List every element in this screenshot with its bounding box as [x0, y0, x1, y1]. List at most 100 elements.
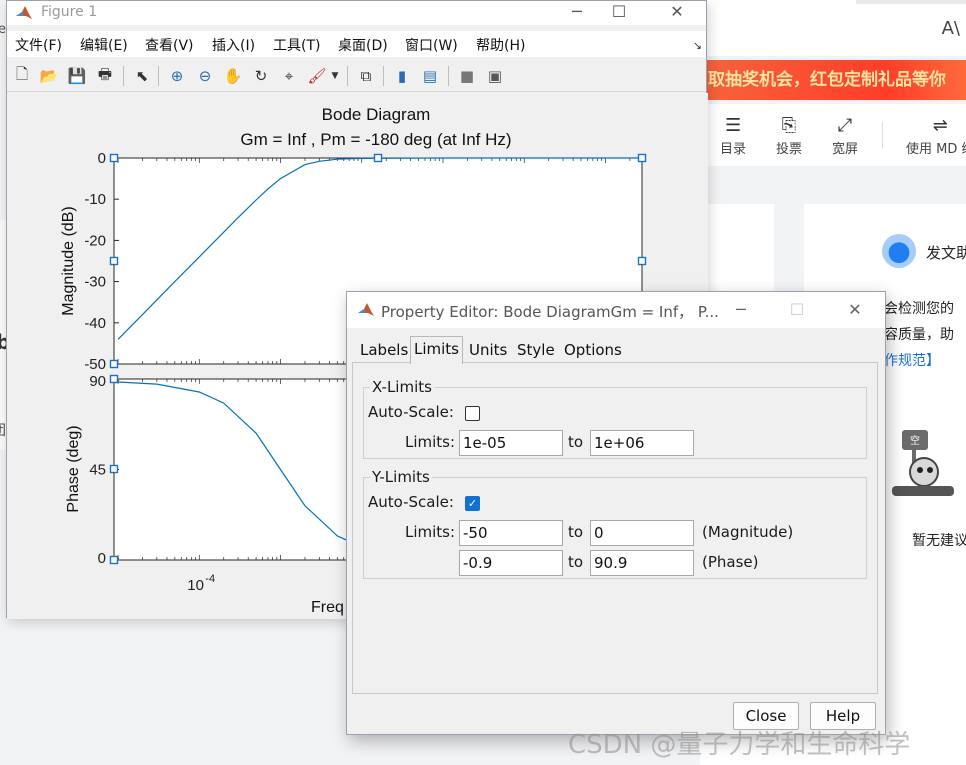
- x-min-field[interactable]: 1e-05: [459, 430, 563, 456]
- svg-text:空: 空: [910, 434, 920, 447]
- menu-window[interactable]: 窗口(W): [405, 35, 458, 55]
- md-label: 使用 MD 编: [906, 142, 966, 157]
- tab-options[interactable]: Options: [561, 338, 625, 362]
- axes-selection-handle[interactable]: [109, 256, 119, 266]
- md-icon: ⇌: [932, 115, 948, 136]
- y-mag-min-field[interactable]: -50: [459, 520, 563, 546]
- menu-view[interactable]: 查看(V): [145, 35, 194, 55]
- xtick-label: 10: [187, 577, 204, 594]
- mag-ytick-label: 0: [98, 150, 106, 167]
- tab-limits[interactable]: Limits: [410, 336, 463, 364]
- new-figure-icon[interactable]: 🗋: [11, 65, 33, 87]
- axes-selection-handle[interactable]: [109, 359, 119, 369]
- assistant-title: 发文助: [926, 244, 966, 262]
- menu-insert[interactable]: 插入(I): [212, 35, 255, 55]
- x-limits-legend: X-Limits: [370, 378, 434, 396]
- matlab-logo-icon: [358, 303, 374, 316]
- x-autoscale-checkbox[interactable]: [465, 406, 480, 421]
- phase-ytick-label: 0: [98, 550, 106, 567]
- pan-icon[interactable]: ✋: [222, 65, 244, 87]
- property-editor-dialog[interactable]: Property Editor: Bode DiagramGm = Inf， P…: [346, 291, 886, 735]
- axes-selection-handle[interactable]: [109, 374, 119, 384]
- phase-ylabel: Phase (deg): [65, 425, 82, 512]
- close-icon[interactable]: ✕: [835, 298, 875, 322]
- figure-toolbar: 🗋 📂 💾 🖶 ⬉ ⊕ ⊖ ✋ ↻ ⌖ 🖌 ▼ ⧉ ▮ ▤ ■ ▣: [7, 61, 706, 92]
- y-limits-label: Limits:: [405, 523, 456, 541]
- phase-ytick-label: 90: [89, 373, 106, 390]
- show-tools-icon[interactable]: ▣: [484, 65, 506, 87]
- toolbar-divider: [882, 122, 883, 148]
- maximize-icon[interactable]: ☐: [777, 298, 817, 322]
- axes-selection-handle[interactable]: [109, 153, 119, 163]
- minimize-icon[interactable]: ─: [721, 298, 761, 322]
- editor-toolbar: ☰ 目录 ⎘ 投票 ⤢ 宽屏 ⇌ 使用 MD 编: [700, 104, 966, 166]
- dialog-titlebar[interactable]: Property Editor: Bode DiagramGm = Inf， P…: [347, 292, 885, 328]
- promo-banner[interactable]: 取抽奖机会，红包定制礼品等你: [700, 60, 966, 100]
- vote-label: 投票: [776, 142, 803, 157]
- card-edge: [856, 0, 966, 4]
- close-icon[interactable]: ✕: [652, 1, 702, 25]
- axes-selection-handle[interactable]: [637, 256, 647, 266]
- open-file-icon[interactable]: 📂: [38, 65, 60, 87]
- axes-selection-handle[interactable]: [109, 555, 119, 565]
- vote-button[interactable]: ⎘ 投票: [776, 114, 802, 157]
- legend-icon[interactable]: ▤: [419, 65, 441, 87]
- figure-titlebar[interactable]: Figure 1 ─ ☐ ✕: [7, 1, 706, 25]
- hide-tools-icon[interactable]: ■: [456, 65, 478, 87]
- y-phase-min-field[interactable]: -0.9: [459, 550, 563, 576]
- print-icon[interactable]: 🖶: [94, 65, 116, 87]
- tab-style[interactable]: Style: [514, 338, 558, 362]
- maximize-icon[interactable]: ☐: [594, 1, 644, 25]
- chart-subtitle: Gm = Inf , Pm = -180 deg (at Inf Hz): [240, 130, 511, 149]
- rotate-icon[interactable]: ↻: [250, 65, 272, 87]
- tab-labels[interactable]: Labels: [357, 338, 411, 362]
- figure-title: Figure 1: [41, 4, 98, 20]
- widescreen-label: 宽屏: [832, 142, 859, 157]
- y-to-label: to: [568, 553, 584, 571]
- phase-ytick-label: 45: [89, 462, 106, 479]
- csdn-watermark: CSDN @量子力学和生命科学: [568, 730, 911, 760]
- y-autoscale-checkbox[interactable]: ✓: [465, 496, 480, 511]
- axes-selection-handle[interactable]: [109, 464, 119, 474]
- toolbar-separator: [448, 66, 449, 86]
- assistant-line-2: 容质量，助: [884, 327, 954, 343]
- x-max-field[interactable]: 1e+06: [590, 430, 694, 456]
- data-cursor-icon[interactable]: ⌖: [278, 65, 300, 87]
- tab-units[interactable]: Units: [466, 338, 510, 362]
- menu-edit[interactable]: 编辑(E): [80, 35, 128, 55]
- magnitude-unit-label: (Magnitude): [702, 523, 794, 541]
- menu-file[interactable]: 文件(F): [15, 35, 62, 55]
- link-plot-icon[interactable]: ⧉: [355, 65, 377, 87]
- brush-icon[interactable]: 🖌: [306, 65, 328, 87]
- zoom-out-icon[interactable]: ⊖: [194, 65, 216, 87]
- colorbar-icon[interactable]: ▮: [391, 65, 413, 87]
- dialog-title: Property Editor: Bode DiagramGm = Inf， P…: [381, 303, 719, 321]
- vote-icon: ⎘: [781, 115, 797, 136]
- assistant-rules-link[interactable]: 作规范】: [884, 350, 940, 370]
- axes-selection-handle[interactable]: [637, 153, 647, 163]
- mag-ytick-label: -20: [84, 232, 106, 249]
- widescreen-button[interactable]: ⤢ 宽屏: [832, 114, 858, 157]
- toc-button[interactable]: ☰ 目录: [720, 114, 746, 157]
- figure-menubar: 文件(F) 编辑(E) 查看(V) 插入(I) 工具(T) 桌面(D) 窗口(W…: [7, 31, 706, 57]
- menu-help[interactable]: 帮助(H): [476, 35, 525, 55]
- y-phase-max-field[interactable]: 90.9: [590, 550, 694, 576]
- reader-mode-icon[interactable]: A\: [942, 18, 960, 39]
- dock-arrow-icon[interactable]: ↘: [693, 39, 702, 52]
- md-editor-button[interactable]: ⇌ 使用 MD 编: [906, 114, 966, 157]
- menu-desktop[interactable]: 桌面(D): [338, 35, 388, 55]
- robot-illustration: 空: [892, 430, 954, 496]
- assistant-line-1: 会检测您的: [884, 301, 954, 317]
- limits-panel: X-Limits Auto-Scale: Limits: 1e-05 to 1e…: [352, 362, 878, 694]
- y-mag-max-field[interactable]: 0: [590, 520, 694, 546]
- zoom-in-icon[interactable]: ⊕: [166, 65, 188, 87]
- matlab-logo-icon: [16, 6, 32, 19]
- brush-dropdown-icon[interactable]: ▼: [329, 65, 341, 87]
- mag-ytick-label: -10: [84, 191, 106, 208]
- axes-selection-handle[interactable]: [373, 153, 383, 163]
- pointer-icon[interactable]: ⬉: [131, 65, 153, 87]
- mag-ytick-label: -40: [84, 315, 106, 332]
- save-icon[interactable]: 💾: [66, 65, 88, 87]
- y-autoscale-label: Auto-Scale:: [368, 493, 454, 511]
- menu-tools[interactable]: 工具(T): [273, 35, 320, 55]
